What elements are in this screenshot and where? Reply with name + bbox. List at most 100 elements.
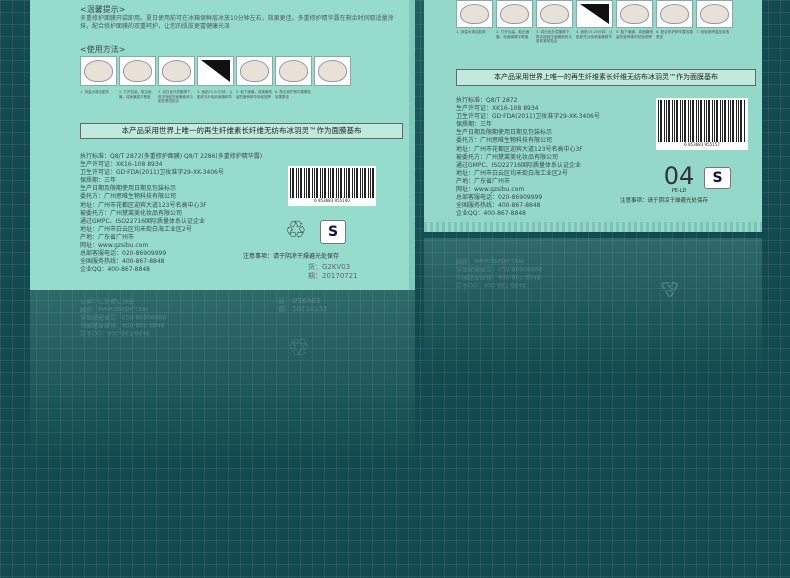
product-photo: <温馨提示> 多重修护面膜开袋即用。夏日使用前可在冰箱保鲜层冰放10分钟左右，效… bbox=[0, 0, 790, 578]
batch-codes: 货：G2KV03 期：20170721 bbox=[308, 263, 358, 281]
batch-code: 货：G2KV03 bbox=[308, 263, 351, 271]
mask-sheet-icon bbox=[580, 4, 609, 24]
face-icon bbox=[660, 4, 689, 24]
info-line: 地址：广州市白云区均禾街白海工业区2号 bbox=[80, 225, 192, 233]
info-line: 总部客服电话：020-86909999 bbox=[80, 250, 167, 258]
mask-box-back: <温馨提示> 多重修护面膜开袋即用。夏日使用前可在冰箱保鲜层冰放10分钟左右，效… bbox=[30, 0, 415, 290]
face-icon bbox=[84, 60, 113, 82]
step-image-7 bbox=[696, 0, 733, 28]
face-icon bbox=[123, 60, 152, 82]
packet-step-captions: 1. 用温水清洁肌肤 2. 打开包装，取出面膜，将面膜展平覆盖 3. 将白色外层… bbox=[456, 30, 733, 44]
packet-step-images bbox=[456, 0, 733, 28]
face-icon bbox=[540, 4, 569, 24]
step-image-4 bbox=[197, 56, 234, 86]
info-line: 执行标准：Q8/T 2872(多重修护面膜) Q8/T 2286(多重修护精华露… bbox=[80, 153, 263, 160]
barcode: 6 953683 955157 bbox=[656, 98, 748, 150]
barcode-number: 6 953683 955157 bbox=[684, 142, 720, 147]
info-line: 通过GMPC、ISO22716国际质量体系认证企业 bbox=[456, 161, 582, 169]
reflection-codes: 期：20170721 货：G2KV03 bbox=[278, 296, 328, 312]
step-caption: 4. 面贴15-20分钟，让肌肤充分吸收面膜精华 bbox=[576, 30, 613, 39]
step-caption: 4. 面贴15-20分钟，让肌肤充分吸收面膜精华 bbox=[197, 90, 233, 99]
info-line: 网址：www.gzsibu.com bbox=[80, 242, 149, 250]
info-line: 总部客服电话：020-86909999 bbox=[456, 194, 543, 202]
face-icon bbox=[460, 4, 489, 24]
quality-safety-icon: S bbox=[704, 167, 731, 189]
info-line: 产地：广东省广州市 bbox=[456, 177, 511, 185]
step-image-6 bbox=[656, 0, 693, 28]
face-icon bbox=[620, 4, 649, 24]
tips-text: 多重修护面膜开袋即用。夏日使用前可在冰箱保鲜层冰放10分钟左右，效果更佳。多重修… bbox=[80, 15, 394, 30]
step-image-3 bbox=[158, 56, 195, 86]
step-caption: 3. 将白色外层膜揭下，再手指轻压面膜使其与肌肤紧密贴合 bbox=[536, 30, 573, 44]
info-line: 被委托方：广州黛莱美化妆品有限公司 bbox=[456, 153, 559, 161]
reflection-text: 企业QQ：400-867-8848 全国服务热线：400-867-8848 总部客服… bbox=[456, 257, 543, 288]
face-icon bbox=[279, 60, 308, 82]
reflection-text: 企业QQ：400-867-8848 全国服务热线：400-867-8848 总部客服… bbox=[80, 297, 167, 336]
step-caption: 1. 用温水清洁肌肤 bbox=[456, 30, 486, 34]
step-image-1 bbox=[456, 0, 493, 28]
mask-packet-back: 1. 用温水清洁肌肤 2. 打开包装，取出面膜，将面膜展平覆盖 3. 将白色外层… bbox=[424, 0, 762, 232]
box-rim bbox=[409, 0, 415, 290]
info-line: 地址：广州市花都区迎宾大道123号名高中心3F bbox=[456, 145, 583, 153]
step-caption: 3. 将白色外层膜揭下，再手指轻压面膜使其与肌肤紧密贴合 bbox=[158, 90, 194, 103]
reflection-recycle-icon: ♲ bbox=[288, 332, 310, 360]
usage-title: <使用方法> bbox=[80, 45, 126, 54]
face-icon bbox=[500, 4, 529, 24]
info-line: 生产许可证：XK16-108 8934 bbox=[80, 161, 163, 169]
recycle-code: 04 bbox=[663, 162, 695, 190]
step-image-5 bbox=[616, 0, 653, 28]
step-image-5 bbox=[236, 56, 273, 86]
step-caption: 6. 配合修护精华露效果更佳 bbox=[656, 30, 693, 39]
info-line: 生产许可证：XK16-108 8934 bbox=[456, 105, 539, 113]
info-line: 委托方：广州思唯生物科技有限公司 bbox=[456, 137, 553, 145]
step-caption: 6. 配合修护精华露敷贴效果更佳 bbox=[275, 90, 311, 99]
info-line: 被委托方：广州黛莱美化妆品有限公司 bbox=[80, 209, 183, 217]
step-image-3 bbox=[536, 0, 573, 28]
step-image-7 bbox=[314, 56, 351, 86]
fabric-banner: 本产品采用世界上唯一的再生纤维素长纤维无纺布冰羽灵™作为面膜基布 bbox=[456, 69, 756, 86]
product-info: 执行标准：Q8/T 2872(多重修护面膜) Q8/T 2286(多重修护精华露… bbox=[80, 153, 262, 274]
face-icon bbox=[700, 4, 729, 24]
recycle-label: PE-LD bbox=[671, 188, 687, 194]
barcode-bars bbox=[658, 100, 746, 142]
barcode-bars bbox=[290, 168, 374, 198]
tips-title: <温馨提示> bbox=[80, 5, 126, 14]
info-line: 产地：广东省广州市 bbox=[80, 233, 135, 241]
barcode-number: 6 953683 955140 bbox=[314, 198, 350, 203]
pe-ld-recycle-icon: 04 PE-LD bbox=[661, 164, 697, 194]
barcode: 6 953683 955140 bbox=[288, 166, 376, 206]
mask-sheet-icon bbox=[201, 60, 230, 82]
info-line: 企业QQ：400-867-8848 bbox=[80, 266, 150, 274]
expiry-code: 期：20170721 bbox=[308, 272, 358, 280]
info-line: 地址：广州市白云区均禾街白海工业区2号 bbox=[456, 169, 568, 177]
step-caption: 7. 轻轻按摩直至吸收 bbox=[696, 30, 730, 34]
step-image-2 bbox=[496, 0, 533, 28]
usage-step-captions: 1. 用温水清洁肌肤 2. 打开包装，取出面膜，将面膜展平覆盖 3. 将白色外层… bbox=[80, 90, 312, 104]
quality-safety-icon: S bbox=[320, 220, 346, 244]
reflection-pe-ld-icon: ♴ bbox=[660, 275, 680, 300]
step-caption: 5. 取下面膜，将面膜残留的营养精华轻轻按摩 bbox=[616, 30, 653, 39]
face-icon bbox=[318, 60, 347, 82]
step-image-2 bbox=[119, 56, 156, 86]
fabric-banner: 本产品采用世界上唯一的再生纤维素长纤维无纺布冰羽灵™作为面膜基布 bbox=[80, 123, 403, 139]
info-line: 地址：广州市花都区迎宾大道123号名高中心3F bbox=[80, 201, 207, 209]
usage-step-images bbox=[80, 56, 351, 86]
packet-seal-edge bbox=[424, 222, 762, 232]
storage-note: 注意事项：请于阴凉干燥避光处保存 bbox=[243, 253, 340, 260]
step-caption: 5. 取下面膜，将面膜残留的营养精华轻轻按摩 bbox=[236, 90, 272, 99]
recycle-icon: ♲ bbox=[285, 216, 307, 244]
face-icon bbox=[162, 60, 191, 82]
step-caption: 1. 用温水清洁肌肤 bbox=[80, 90, 109, 94]
product-info: 执行标准：Q8/T 2872 生产许可证：XK16-108 8934 卫生许可证… bbox=[456, 97, 600, 218]
info-line: 企业QQ：400-867-8848 bbox=[456, 210, 526, 218]
step-image-6 bbox=[275, 56, 312, 86]
info-line: 委托方：广州思唯生物科技有限公司 bbox=[80, 193, 177, 201]
info-line: 执行标准：Q8/T 2872 bbox=[456, 97, 518, 104]
info-line: 网址：www.gzsibu.com bbox=[456, 186, 525, 194]
info-line: 通过GMPC、ISO22716国际质量体系认证企业 bbox=[80, 217, 206, 225]
step-image-1 bbox=[80, 56, 117, 86]
step-caption: 2. 打开包装，取出面膜，将面膜展平覆盖 bbox=[119, 90, 152, 99]
face-icon bbox=[240, 60, 269, 82]
storage-note: 注意事项：请于阴凉干燥避光处保存 bbox=[620, 198, 709, 204]
step-image-4 bbox=[576, 0, 613, 28]
